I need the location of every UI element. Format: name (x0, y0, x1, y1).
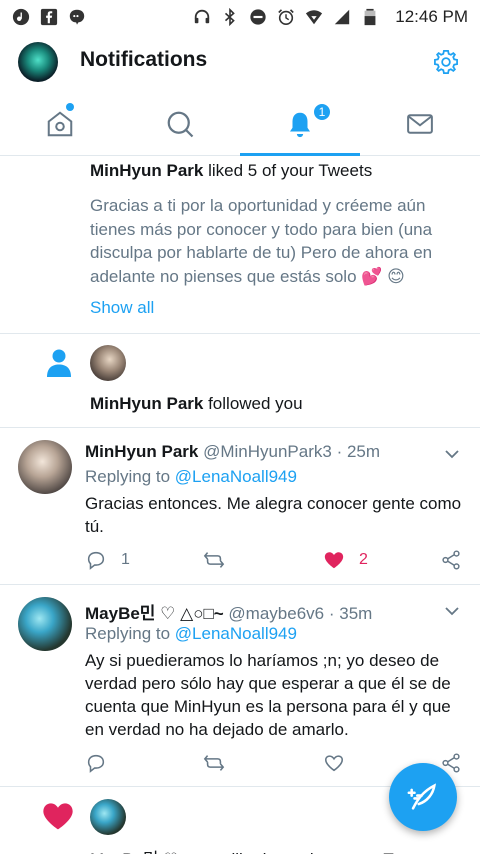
facebook-icon (40, 8, 58, 26)
share-button[interactable] (440, 549, 462, 571)
liker-avatar[interactable] (90, 799, 126, 835)
tweet-time: 35m (339, 604, 373, 623)
tweet-time: 25m (346, 442, 381, 461)
like-reply-text: MayBe민 ♡ △○□~ liked a reply to your Twee… (90, 845, 429, 854)
new-content-dot (66, 103, 74, 111)
liker-name[interactable]: MinHyun Park (90, 161, 203, 180)
follow-notification[interactable]: MinHyun Park followed you (0, 334, 480, 428)
bluetooth-icon (221, 8, 239, 26)
heart-filled-icon (42, 801, 74, 831)
like-count: 2 (359, 551, 368, 568)
tab-notifications[interactable]: 1 (240, 92, 360, 156)
compose-feather-icon (407, 783, 437, 810)
tweet-actions: 1 2 (85, 548, 465, 572)
liked-tweet-preview: Gracias a ti por la oportunidad y créeme… (90, 196, 433, 286)
battery-icon (361, 8, 379, 26)
tweet-item[interactable]: MinHyun Park @MinHyunPark3 · 25m Replyin… (0, 428, 480, 585)
tweet-text: Ay si puedieramos lo haríamos ;n; yo des… (85, 651, 451, 739)
follow-action-text: followed you (203, 394, 303, 413)
compose-tweet-button[interactable] (389, 763, 457, 831)
retweet-icon (203, 755, 225, 771)
tweet-author-handle: @maybe6v6 (228, 604, 325, 623)
tweet-author-name[interactable]: MayBe민 ♡ △○□~ (85, 604, 224, 623)
tab-home[interactable] (0, 92, 120, 155)
replying-to: Replying to @LenaNoall949 (85, 467, 297, 487)
follower-avatar[interactable] (90, 345, 126, 381)
tweet-text: Gracias entonces. Me alegra conocer gent… (85, 494, 462, 536)
replying-to-handle[interactable]: @LenaNoall949 (175, 624, 297, 643)
retweet-button[interactable] (203, 752, 225, 774)
tweet-author-avatar[interactable] (18, 440, 72, 494)
like-notification[interactable]: MinHyun Park liked 5 of your Tweets Grac… (0, 156, 480, 334)
reply-icon (87, 551, 105, 570)
tab-bar: 1 (0, 92, 480, 156)
chevron-down-icon[interactable] (444, 446, 460, 462)
notification-badge: 1 (312, 102, 332, 122)
chat-bubble-icon (68, 8, 86, 26)
music-icon (12, 8, 30, 26)
profile-avatar[interactable] (18, 42, 58, 82)
reply-count: 1 (121, 551, 130, 568)
replying-to-prefix: Replying to (85, 467, 175, 486)
reply-button[interactable]: 1 (85, 549, 130, 571)
wifi-icon (305, 8, 323, 26)
settings-gear-icon[interactable] (432, 48, 460, 76)
share-icon (442, 550, 460, 570)
heart-outline-icon (324, 755, 344, 772)
tab-search[interactable] (120, 92, 240, 155)
reply-icon (87, 754, 105, 773)
chevron-down-icon[interactable] (444, 603, 460, 619)
tweet-author-name[interactable]: MinHyun Park (85, 442, 198, 461)
reply-button[interactable] (85, 752, 107, 774)
heart-filled-icon (324, 552, 344, 569)
follower-name[interactable]: MinHyun Park (90, 394, 203, 413)
do-not-disturb-icon (249, 8, 267, 26)
tweet-item[interactable]: MayBe민 ♡ △○□~ @maybe6v6 · 35m Replying t… (0, 585, 480, 787)
like-button[interactable]: 2 (323, 549, 368, 571)
tweet-header: MinHyun Park @MinHyunPark3 · 25m (85, 442, 380, 462)
app-header: Notifications (0, 34, 480, 90)
dot-separator: · (336, 442, 347, 461)
envelope-icon (407, 113, 433, 134)
headphones-icon (193, 8, 211, 26)
retweet-button[interactable] (203, 549, 225, 571)
dot-separator: · (328, 604, 340, 623)
like-action-text: liked 5 of your Tweets (203, 161, 373, 180)
like-button[interactable] (323, 752, 345, 774)
follow-text: MinHyun Park followed you (90, 394, 303, 414)
like-notification-title: MinHyun Park liked 5 of your Tweets (90, 161, 372, 181)
show-all-link[interactable]: Show all (90, 298, 154, 318)
tab-messages[interactable] (360, 92, 480, 155)
tweet-author-handle: @MinHyunPark3 (203, 442, 332, 461)
alarm-icon (277, 8, 295, 26)
search-icon (167, 111, 194, 137)
clock-time: 12:46 PM (395, 7, 468, 26)
signal-icon (333, 8, 351, 26)
page-title: Notifications (80, 48, 208, 71)
tweet-header: MayBe민 ♡ △○□~ @maybe6v6 · 35m (85, 599, 372, 624)
retweet-icon (203, 552, 225, 568)
replying-to-prefix: Replying to (85, 624, 175, 643)
replying-to: Replying to @LenaNoall949 (85, 624, 297, 644)
home-icon (47, 110, 73, 136)
replying-to-handle[interactable]: @LenaNoall949 (175, 467, 297, 486)
status-bar: 12:46 PM (0, 0, 480, 34)
person-icon (46, 348, 72, 378)
bell-icon (290, 112, 310, 137)
tweet-author-avatar[interactable] (18, 597, 72, 651)
